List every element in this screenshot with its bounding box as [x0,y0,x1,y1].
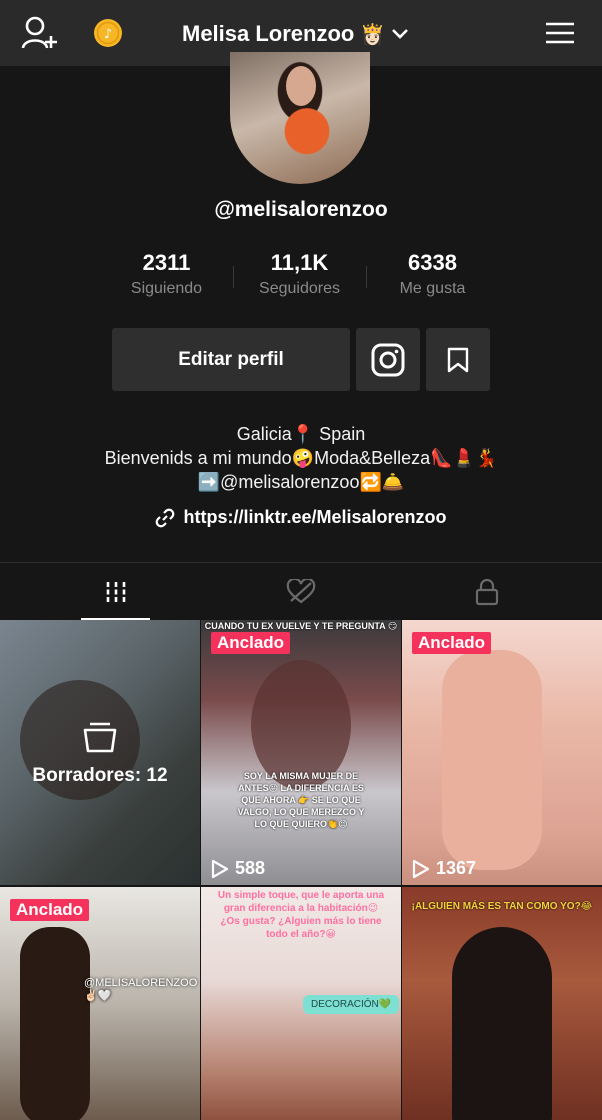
video-tile[interactable]: Anclado 1367 [402,620,602,885]
add-user-icon[interactable] [20,13,60,53]
link-icon [156,508,175,527]
profile-tabs [0,562,602,621]
profile-bio: Galicia📍 Spain Bienvenids a mi mundo🤪Mod… [0,422,602,494]
profile-username: @melisalorenzoo [214,198,388,221]
account-name: Melisa Lorenzoo [182,21,355,46]
account-switcher[interactable]: Melisa Lorenzoo 👸🏻 [182,18,409,50]
video-tile[interactable]: ¡ALGUIEN MÁS ES TAN COMO YO?😂 [402,887,602,1120]
svg-text:♪: ♪ [104,27,112,42]
bio-line: Galicia📍 Spain [236,424,366,444]
stat-likes[interactable]: 6338 Me gusta [366,250,499,310]
instagram-icon [371,343,405,376]
tab-private[interactable] [371,563,602,621]
play-count-value: 1367 [436,858,477,878]
pinned-badge: Anclado [211,632,291,654]
tab-liked[interactable] [231,563,371,621]
play-count: 588 [211,858,265,879]
play-icon [412,859,430,878]
coin-icon[interactable]: ♪ [88,13,128,53]
drafts-overlay: Borradores: 12 [0,720,200,787]
thumbnail-figure [452,927,552,1120]
instagram-button[interactable] [356,328,420,391]
favorites-button[interactable] [426,328,490,391]
crown-emoji: 👸🏻 [360,23,386,46]
video-caption: ¡ALGUIEN MÁS ES TAN COMO YO?😂 [411,901,593,912]
bio-link-text: https://linktr.ee/Melisalorenzoo [183,507,447,527]
video-tile[interactable]: Anclado @MELISALORENZOO✌🏻🤍 [0,887,200,1120]
liked-hidden-icon [286,579,316,604]
play-count-value: 588 [235,858,266,878]
hamburger-menu-icon[interactable] [540,13,580,53]
play-icon [211,859,229,878]
video-tile[interactable]: Un simple toque, que le aporta una gran … [201,887,401,1120]
thumbnail-figure [442,650,542,870]
profile-stats: 2311 Siguiendo 11,1K Seguidores 6338 Me … [100,250,500,310]
bio-line: ➡️@melisalorenzoo🔁🛎️ [197,472,405,492]
stat-likes-value: 6338 [408,250,457,275]
video-caption: CUANDO TU EX VUELVE Y TE PREGUNTA 😏 [204,621,398,631]
video-caption: Un simple toque, que le aporta una gran … [217,890,385,940]
stat-likes-label: Me gusta [399,280,466,297]
lock-icon [475,578,498,606]
video-tile[interactable]: CUANDO TU EX VUELVE Y TE PREGUNTA 😏 SOY … [201,620,401,885]
video-grid: Borradores: 12 CUANDO TU EX VUELVE Y TE … [0,620,602,1120]
pinned-badge: Anclado [412,632,492,654]
video-caption: @MELISALORENZOO✌🏻🤍 [84,977,198,1002]
grid-icon [106,582,125,602]
edit-profile-button[interactable]: Editar perfil [112,328,350,391]
bio-line: Bienvenids a mi mundo🤪Moda&Belleza👠💄💃 [104,448,498,468]
drafts-tile[interactable]: Borradores: 12 [0,620,200,885]
video-tag: DECORACIÓN💚 [303,995,400,1014]
tab-videos[interactable] [0,563,231,621]
stat-followers[interactable]: 11,1K Seguidores [233,250,366,310]
profile-avatar[interactable] [230,52,370,184]
stat-followers-value: 11,1K [270,250,329,275]
stat-followers-label: Seguidores [259,280,340,297]
drafts-label: Borradores: 12 [32,765,168,786]
stat-following[interactable]: 2311 Siguiendo [100,250,233,310]
drafts-icon [83,722,117,753]
bio-link[interactable]: https://linktr.ee/Melisalorenzoo [0,507,602,528]
stat-following-value: 2311 [142,250,191,275]
stat-following-label: Siguiendo [130,280,203,297]
bookmark-icon [447,347,469,372]
pinned-badge: Anclado [10,899,90,921]
video-caption: SOY LA MISMA MUJER DE ANTES😝 LA DIFERENC… [237,771,365,829]
thumbnail-figure [20,927,90,1120]
chevron-down-icon [392,29,409,39]
play-count: 1367 [412,858,476,879]
